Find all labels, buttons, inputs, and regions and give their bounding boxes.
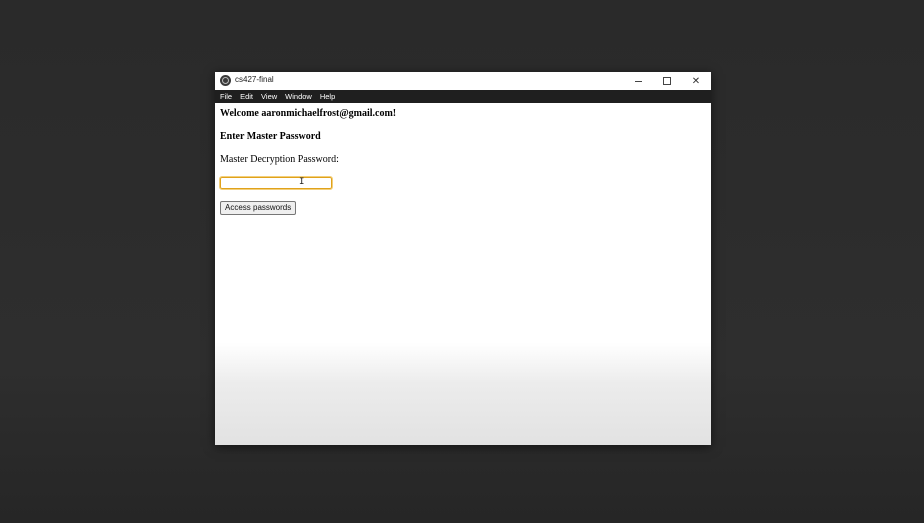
close-button[interactable]: ✕ <box>682 72 710 90</box>
menu-view[interactable]: View <box>257 90 281 103</box>
menu-help[interactable]: Help <box>316 90 339 103</box>
close-icon: ✕ <box>691 75 701 87</box>
page-heading: Enter Master Password <box>220 131 321 142</box>
menu-file[interactable]: File <box>215 90 236 103</box>
minimize-button[interactable] <box>624 72 652 90</box>
access-passwords-button[interactable]: Access passwords <box>220 201 297 215</box>
maximize-icon <box>663 77 671 85</box>
app-icon <box>220 75 231 86</box>
text-cursor-icon: I <box>299 177 305 187</box>
app-window: cs427-final ✕ File Edit View Window Help… <box>215 72 711 445</box>
minimize-icon <box>634 80 642 82</box>
menu-bar: File Edit View Window Help <box>215 90 711 103</box>
welcome-message: Welcome aaronmichaelfrost@gmail.com! <box>220 108 397 119</box>
page-content: Welcome aaronmichaelfrost@gmail.com! Ent… <box>215 103 711 445</box>
maximize-button[interactable] <box>653 72 681 90</box>
menu-edit[interactable]: Edit <box>236 90 257 103</box>
title-bar[interactable]: cs427-final ✕ <box>215 72 711 90</box>
menu-window[interactable]: Window <box>281 90 316 103</box>
master-password-input[interactable] <box>219 176 333 190</box>
password-label: Master Decryption Password: <box>220 154 339 165</box>
window-title: cs427-final <box>235 75 274 84</box>
